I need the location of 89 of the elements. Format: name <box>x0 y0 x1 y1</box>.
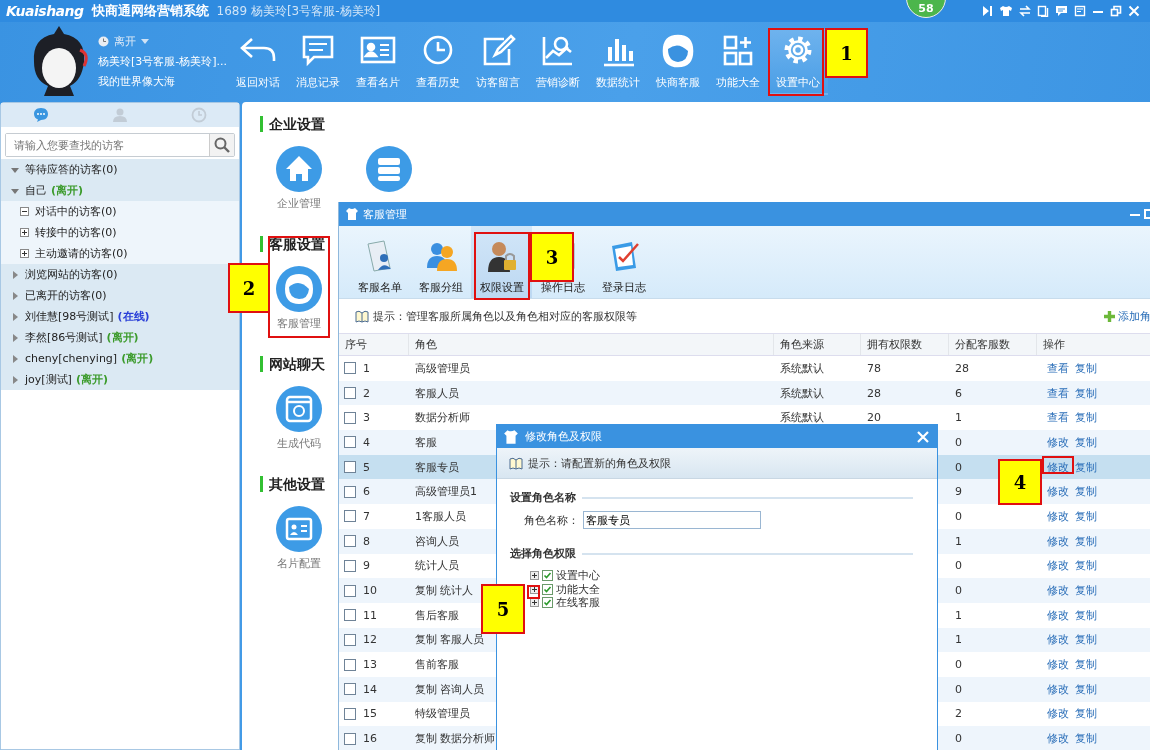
column-header: 操作 <box>1037 334 1150 355</box>
table-cell: 11 <box>363 608 377 622</box>
status-label: (离开) <box>75 372 108 387</box>
table-cell: 复制 统计人 <box>415 583 474 599</box>
section-title: 设置角色名称 <box>510 490 576 505</box>
column-header: 分配客服数 <box>949 334 1037 355</box>
table-cell: 2 <box>363 386 370 400</box>
table-cell: 78 <box>867 361 881 375</box>
table-cell: 1 <box>363 361 370 375</box>
table-cell: 14 <box>363 682 377 696</box>
tree-label: 浏览网站的访客(0) <box>25 267 118 282</box>
table-cell: 1 <box>955 534 962 548</box>
column-header: 拥有权限数 <box>861 334 949 355</box>
table-cell: 客服人员 <box>415 385 459 401</box>
table-cell: 3 <box>363 411 370 425</box>
table-cell: 数据分析师 <box>415 410 470 426</box>
callout-tooltip: 5 <box>481 584 525 634</box>
section-title: 企业设置 <box>260 116 1150 132</box>
table-cell: 1 <box>955 411 962 425</box>
table-cell: 6 <box>955 386 962 400</box>
tree-label: joy[测试] <box>25 372 72 387</box>
table-cell: 13 <box>363 658 377 672</box>
table-cell: 10 <box>363 584 377 598</box>
callout-tooltip: 3 <box>530 232 574 282</box>
table-cell: 1 <box>955 633 962 647</box>
table-cell: 2 <box>955 707 962 721</box>
status-label: (离开) <box>106 330 139 345</box>
table-cell: 0 <box>955 460 962 474</box>
column-header: 角色 <box>409 334 774 355</box>
table-cell: 售后客服 <box>415 607 459 623</box>
table-cell: 系统默认 <box>780 410 824 426</box>
table-cell: 复制 咨询人员 <box>415 681 485 697</box>
tree-label: 转接中的访客(0) <box>35 225 117 240</box>
table-cell: 7 <box>363 509 370 523</box>
app-logo: Kuaishang <box>6 3 84 19</box>
column-header: 角色来源 <box>774 334 861 355</box>
field-label: 角色名称： <box>524 512 579 528</box>
column-header: 序号 <box>339 334 409 355</box>
table-cell: 系统默认 <box>780 385 824 401</box>
table-cell: 28 <box>955 361 969 375</box>
tree-label: 刘佳慧[98号测试] <box>25 309 114 324</box>
callout-tooltip: 1 <box>825 28 868 78</box>
table-cell: 售前客服 <box>415 657 459 673</box>
tree-label: 已离开的访客(0) <box>25 288 107 303</box>
table-cell: 0 <box>955 682 962 696</box>
table-cell: 9 <box>363 559 370 573</box>
table-cell: 复制 客服人员 <box>415 632 485 648</box>
status-label: (离开) <box>51 183 84 198</box>
table-cell: 20 <box>867 411 881 425</box>
hint-text: 提示：管理客服所属角色以及角色相对应的客服权限等 <box>373 308 637 324</box>
table-cell: 客服专员 <box>415 459 459 475</box>
table-cell: 15 <box>363 707 377 721</box>
table-cell: 12 <box>363 633 377 647</box>
table-cell: 0 <box>955 509 962 523</box>
app-title: 快商通网络营销系统 <box>91 2 209 20</box>
user-name: 杨美玲[3号客服-杨美玲]... <box>98 53 228 69</box>
user-label: 1689 杨美玲[3号客服-杨美玲] <box>216 2 381 20</box>
table-cell: 0 <box>955 732 962 746</box>
table-cell: 1客服人员 <box>415 508 466 524</box>
table-cell: 4 <box>363 435 370 449</box>
dialog-title: 修改角色及权限 <box>525 429 602 444</box>
table-cell: 0 <box>955 658 962 672</box>
section-title: 选择角色权限 <box>510 546 576 561</box>
status-label: (离开) <box>121 351 154 366</box>
tree-label: 李然[86号测试] <box>25 330 103 345</box>
tree-label: 自己 <box>25 183 47 198</box>
table-cell: 特级管理员 <box>415 706 470 722</box>
status-label: (在线) <box>117 309 150 324</box>
table-cell: 5 <box>363 460 370 474</box>
table-cell: 0 <box>955 559 962 573</box>
user-motto: 我的世界像大海 <box>98 73 176 89</box>
table-cell: 统计人员 <box>415 558 459 574</box>
table-cell: 28 <box>867 386 881 400</box>
tree-label: 等待应答的访客(0) <box>25 162 118 177</box>
table-cell: 咨询人员 <box>415 533 459 549</box>
table-cell: 客服 <box>415 434 437 450</box>
table-cell: 0 <box>955 435 962 449</box>
table-cell: 16 <box>363 732 377 746</box>
table-cell: 0 <box>955 584 962 598</box>
tree-label: cheny[chenying] <box>25 352 118 365</box>
tree-label: 主动邀请的访客(0) <box>35 246 128 261</box>
table-cell: 1 <box>955 608 962 622</box>
callout-tooltip: 2 <box>228 263 270 313</box>
hint-text: 提示：请配置新的角色及权限 <box>528 455 671 471</box>
callout-tooltip: 4 <box>998 459 1042 505</box>
table-cell: 8 <box>363 534 370 548</box>
table-cell: 复制 数据分析师 <box>415 731 496 747</box>
tree-label: 对话中的访客(0) <box>35 204 117 219</box>
window-title: 客服管理 <box>363 206 407 222</box>
